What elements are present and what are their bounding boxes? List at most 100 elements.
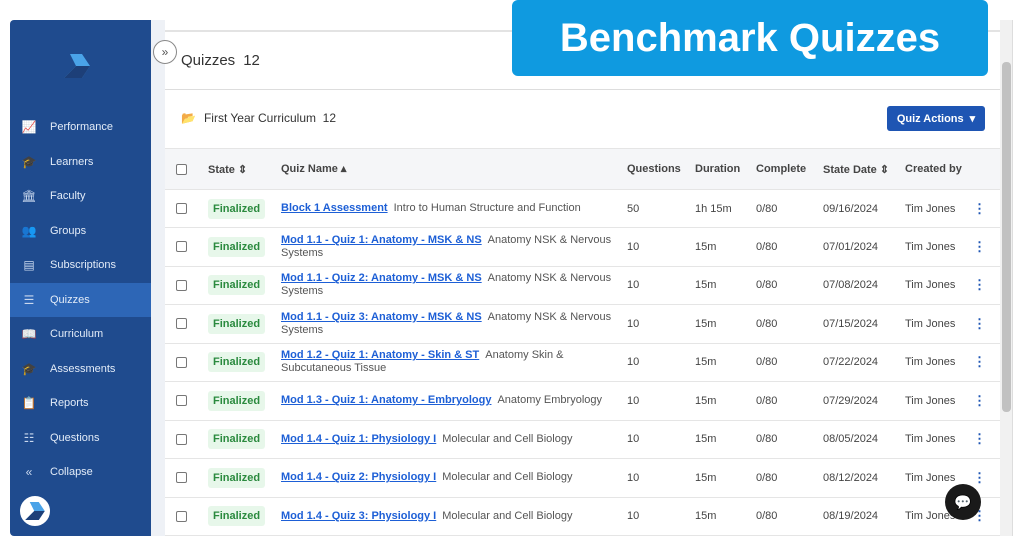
- complete-value: 0/80: [756, 433, 778, 446]
- table-row[interactable]: Finalized Mod 1.3 - Quiz 1: Anatomy - Em…: [165, 382, 1000, 421]
- subscriptions-icon: ▤: [23, 258, 35, 273]
- table-row[interactable]: Finalized Block 1 Assessment Intro to Hum…: [165, 190, 1000, 228]
- folder-count: 12: [322, 111, 337, 125]
- col-questions: Questions: [627, 163, 681, 175]
- quiz-actions-button[interactable]: Quiz Actions ▾: [887, 106, 985, 131]
- sidebar-item-label: Reports: [50, 397, 89, 410]
- scrollbar[interactable]: [1000, 20, 1012, 536]
- sidebar-item-questions[interactable]: ☷ Questions: [10, 421, 151, 456]
- quiz-name-link[interactable]: Mod 1.1 - Quiz 1: Anatomy - MSK & NS: [281, 234, 482, 246]
- questions-value: 50: [627, 202, 640, 215]
- table-row[interactable]: Finalized Mod 1.4 - Quiz 1: Physiology I…: [165, 421, 1000, 459]
- table-row[interactable]: Finalized Mod 1.1 - Quiz 2: Anatomy - MS…: [165, 267, 1000, 305]
- row-checkbox[interactable]: [176, 395, 187, 407]
- sidebar-item-quizzes[interactable]: ☰ Quizzes: [10, 282, 151, 317]
- sidebar-item-label: Quizzes: [50, 293, 90, 306]
- table-row[interactable]: Finalized Mod 1.4 - Quiz 2: Physiology I…: [165, 459, 1000, 498]
- more-options-icon[interactable]: ⋮: [973, 239, 986, 255]
- sidebar-item-collapse[interactable]: « Collapse: [10, 455, 151, 490]
- row-checkbox[interactable]: [176, 472, 187, 484]
- state-date-value: 08/05/2024: [823, 433, 879, 446]
- row-checkbox[interactable]: [176, 356, 187, 368]
- state-date-value: 08/12/2024: [823, 471, 879, 484]
- col-name[interactable]: Quiz Name ▴: [281, 163, 627, 176]
- questions-value: 10: [627, 356, 640, 369]
- row-checkbox[interactable]: [176, 433, 187, 445]
- app-logo: [64, 54, 90, 78]
- quiz-name-link[interactable]: Mod 1.1 - Quiz 2: Anatomy - MSK & NS: [281, 272, 482, 284]
- quiz-description: Molecular and Cell Biology: [442, 509, 573, 522]
- complete-value: 0/80: [756, 317, 778, 330]
- row-checkbox[interactable]: [176, 318, 187, 330]
- divider: [165, 89, 1000, 90]
- sidebar-item-learners[interactable]: 🎓 Learners: [10, 145, 151, 180]
- more-options-icon[interactable]: ⋮: [973, 431, 986, 447]
- duration-value: 15m: [695, 471, 717, 484]
- duration-value: 1h 15m: [695, 202, 732, 215]
- quiz-name-link[interactable]: Block 1 Assessment: [281, 202, 388, 214]
- col-state[interactable]: State ⇕: [208, 163, 281, 176]
- quiz-name-link[interactable]: Mod 1.2 - Quiz 1: Anatomy - Skin & ST: [281, 349, 479, 361]
- more-options-icon[interactable]: ⋮: [973, 470, 986, 486]
- page-title-text: Quizzes: [181, 52, 236, 69]
- collapse-icon: «: [25, 465, 33, 480]
- more-options-icon[interactable]: ⋮: [973, 393, 986, 409]
- more-options-icon[interactable]: ⋮: [973, 277, 986, 293]
- status-badge: Finalized: [208, 429, 266, 450]
- quiz-name-link[interactable]: Mod 1.4 - Quiz 1: Physiology I: [281, 433, 436, 445]
- row-checkbox[interactable]: [176, 510, 187, 522]
- sort-icon: ⇕: [237, 163, 248, 176]
- quiz-name-link[interactable]: Mod 1.3 - Quiz 1: Anatomy - Embryology: [281, 394, 491, 406]
- quiz-description: Anatomy Embryology: [497, 394, 602, 407]
- more-options-icon[interactable]: ⋮: [973, 201, 986, 217]
- questions-value: 10: [627, 240, 640, 253]
- state-date-value: 07/08/2024: [823, 279, 879, 292]
- created-by-value: Tim Jones: [905, 471, 956, 484]
- table-row[interactable]: Finalized Mod 1.1 - Quiz 1: Anatomy - MS…: [165, 228, 1000, 267]
- scrollbar-thumb[interactable]: [1002, 62, 1011, 412]
- sidebar-item-assessments[interactable]: 🎓 Assessments: [10, 352, 151, 387]
- status-badge: Finalized: [208, 467, 266, 488]
- sidebar-item-label: Groups: [50, 224, 87, 237]
- questions-value: 10: [627, 433, 640, 446]
- table-row[interactable]: Finalized Mod 1.4 - Quiz 3: Physiology I…: [165, 498, 1000, 536]
- row-checkbox[interactable]: [176, 203, 187, 214]
- sidebar-item-groups[interactable]: 👥 Groups: [10, 214, 151, 249]
- quiz-description: Molecular and Cell Biology: [442, 432, 573, 445]
- quiz-name-link[interactable]: Mod 1.4 - Quiz 2: Physiology I: [281, 471, 436, 483]
- questions-value: 10: [627, 317, 640, 330]
- more-options-icon[interactable]: ⋮: [973, 316, 986, 332]
- sidebar-item-subscriptions[interactable]: ▤ Subscriptions: [10, 248, 151, 283]
- sidebar-item-curriculum[interactable]: 📖 Curriculum: [10, 317, 151, 352]
- complete-value: 0/80: [756, 510, 778, 523]
- col-date[interactable]: State Date ⇕: [823, 163, 905, 176]
- user-avatar[interactable]: [18, 494, 52, 528]
- row-checkbox[interactable]: [176, 241, 187, 253]
- questions-icon: ☷: [23, 430, 35, 445]
- quiz-name-link[interactable]: Mod 1.1 - Quiz 3: Anatomy - MSK & NS: [281, 311, 482, 323]
- book-icon: 📖: [21, 327, 37, 342]
- table-row[interactable]: Finalized Mod 1.2 - Quiz 1: Anatomy - Sk…: [165, 344, 1000, 382]
- table-row[interactable]: Finalized Mod 1.1 - Quiz 3: Anatomy - MS…: [165, 305, 1000, 344]
- sidebar-item-performance[interactable]: 📈 Performance: [10, 110, 151, 145]
- more-options-icon[interactable]: ⋮: [973, 354, 986, 370]
- sidebar-item-reports[interactable]: 📋 Reports: [10, 386, 151, 421]
- expand-sidebar-icon[interactable]: »: [153, 40, 177, 64]
- created-by-value: Tim Jones: [905, 356, 956, 369]
- state-date-value: 07/01/2024: [823, 240, 879, 253]
- complete-value: 0/80: [756, 279, 778, 292]
- col-created-by: Created by: [905, 163, 962, 175]
- chat-button[interactable]: 💬: [945, 484, 981, 520]
- select-all-checkbox[interactable]: [176, 163, 187, 175]
- quiz-name-link[interactable]: Mod 1.4 - Quiz 3: Physiology I: [281, 510, 436, 522]
- sidebar: 📈 Performance 🎓 Learners 🏛 Faculty 👥 Groups ▤ Sub…: [10, 20, 151, 536]
- duration-value: 15m: [695, 317, 717, 330]
- main-content: Quizzes 12 📂 First Year Curriculum 12 Quiz…: [165, 20, 1013, 536]
- sidebar-item-faculty[interactable]: 🏛 Faculty: [10, 179, 151, 214]
- chat-icon: 💬: [954, 493, 972, 510]
- row-checkbox[interactable]: [176, 279, 187, 291]
- page-title: Quizzes 12: [181, 52, 260, 69]
- faculty-icon: 🏛: [21, 189, 37, 204]
- quiz-description: Molecular and Cell Biology: [442, 471, 573, 484]
- status-badge: Finalized: [208, 313, 266, 334]
